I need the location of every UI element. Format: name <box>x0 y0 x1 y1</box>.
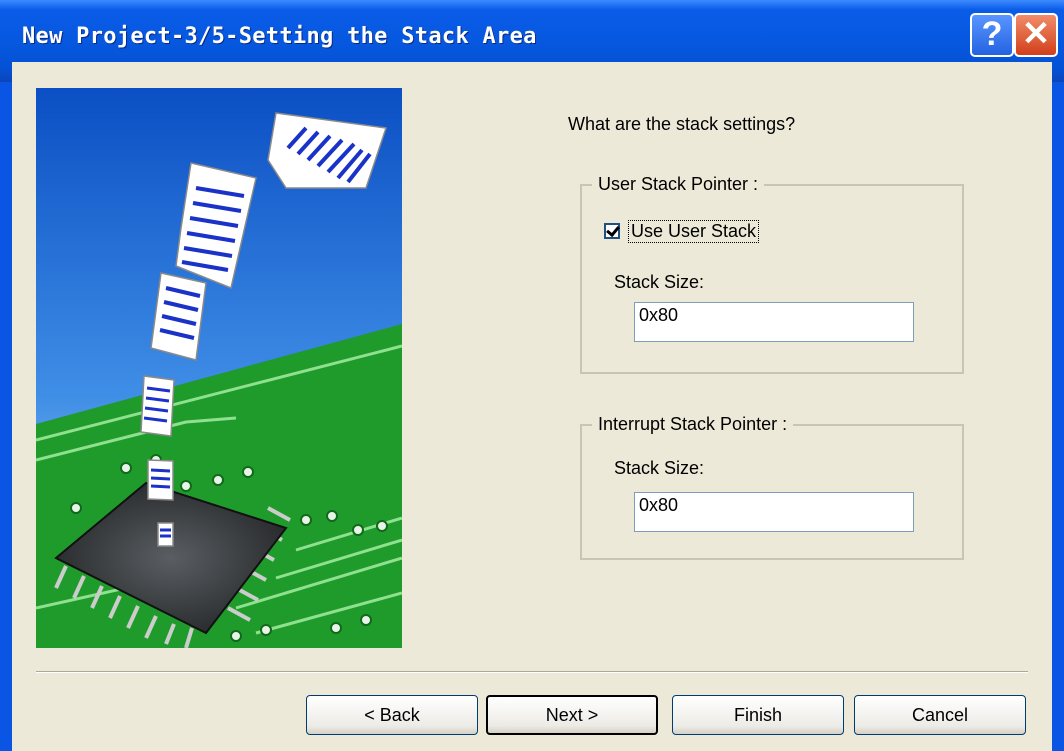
help-button[interactable]: ? <box>970 13 1014 57</box>
dialog-body: What are the stack settings? User Stack … <box>12 62 1052 751</box>
use-user-stack-checkbox[interactable] <box>604 223 620 239</box>
use-user-stack-label[interactable]: Use User Stack <box>628 219 760 243</box>
close-icon: ✕ <box>1021 15 1051 53</box>
wizard-window: New Project-3/5-Setting the Stack Area ?… <box>0 0 1064 751</box>
interrupt-stack-size-label: Stack Size: <box>614 458 705 478</box>
user-stack-pointer-group: User Stack Pointer : Use User Stack Stac… <box>580 174 964 374</box>
close-button[interactable]: ✕ <box>1014 13 1058 57</box>
interrupt-stack-pointer-label: Interrupt Stack Pointer : <box>592 414 794 435</box>
user-stack-size-input[interactable]: 0x80 <box>634 302 914 342</box>
user-stack-size-label: Stack Size: <box>614 272 705 292</box>
stack-settings-question: What are the stack settings? <box>568 114 796 134</box>
interrupt-stack-size-input[interactable]: 0x80 <box>634 492 914 532</box>
user-stack-pointer-label: User Stack Pointer : <box>592 174 765 195</box>
window-title: New Project-3/5-Setting the Stack Area <box>22 24 537 49</box>
use-user-stack-option[interactable]: Use User Stack <box>604 218 760 244</box>
help-icon: ? <box>981 15 1003 53</box>
cancel-button[interactable]: Cancel <box>854 695 1026 735</box>
button-separator <box>36 671 1028 673</box>
interrupt-stack-pointer-group: Interrupt Stack Pointer : Stack Size: 0x… <box>580 414 964 560</box>
wizard-illustration <box>36 88 402 648</box>
next-button[interactable]: Next > <box>486 695 658 735</box>
finish-button[interactable]: Finish <box>672 695 844 735</box>
back-button[interactable]: < Back <box>306 695 478 735</box>
